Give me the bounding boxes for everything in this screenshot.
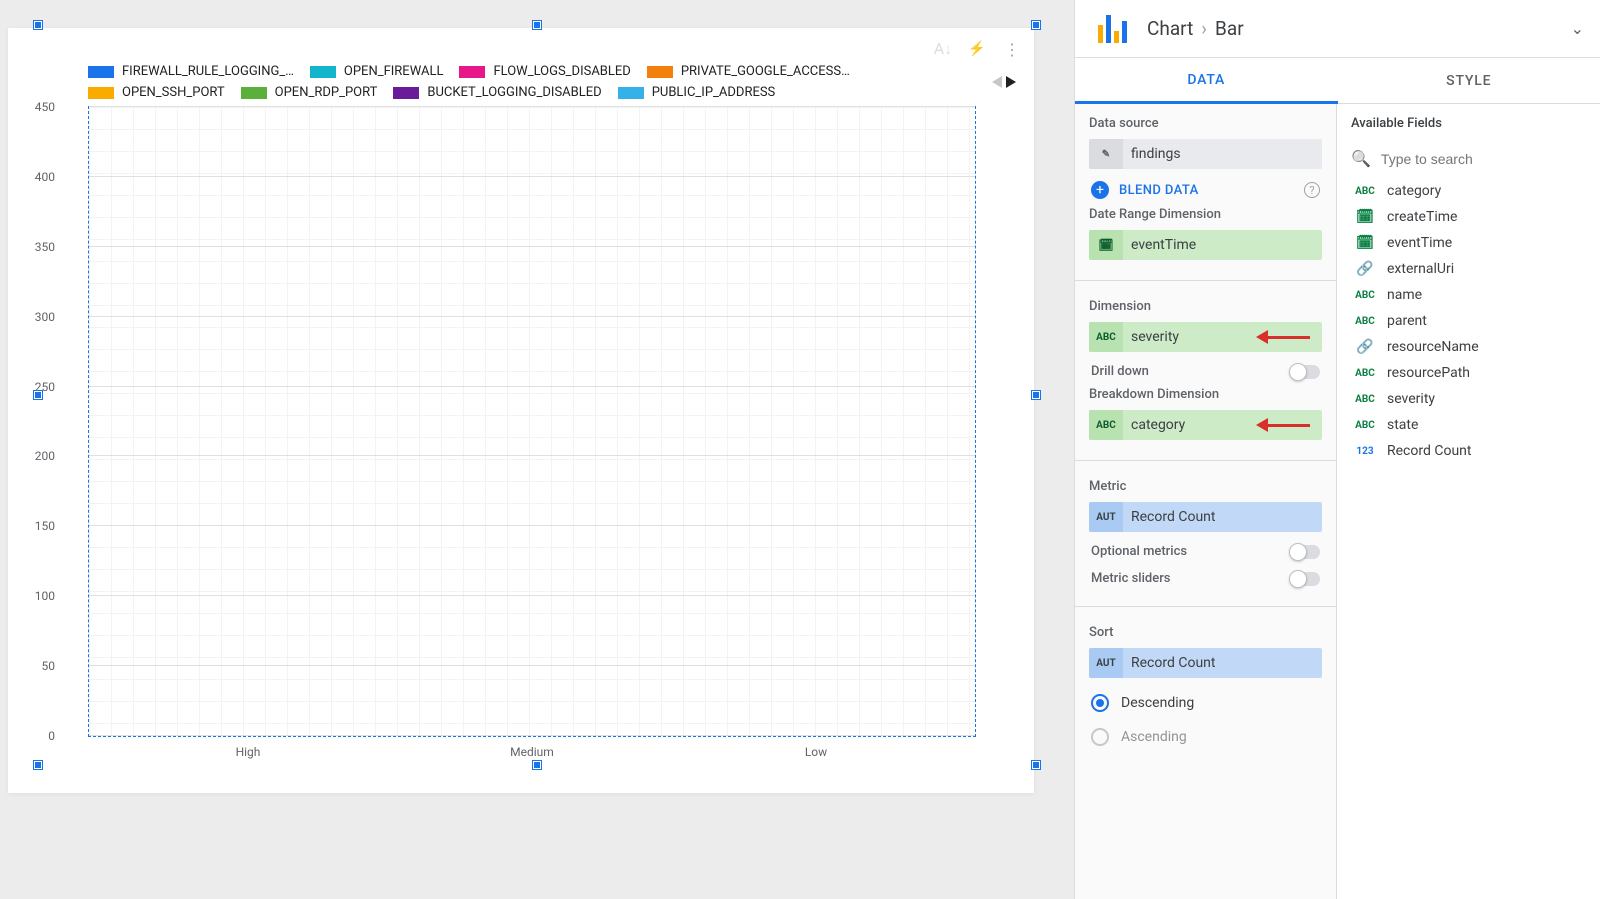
date-range-chip[interactable]: eventTime <box>1089 230 1322 260</box>
legend-item[interactable]: BUCKET_LOGGING_DISABLED <box>393 85 601 100</box>
abc-icon: ABC <box>1089 410 1123 440</box>
legend-item[interactable]: PUBLIC_IP_ADDRESS <box>618 85 776 100</box>
field-row[interactable]: ABCresourcePath <box>1345 360 1592 386</box>
help-icon[interactable]: ? <box>1304 182 1320 198</box>
field-row[interactable]: 🔗externalUri <box>1345 256 1592 282</box>
annotation-arrow <box>1256 418 1310 432</box>
right-panel: Chart › Bar ⌄ DATA STYLE Data source fin… <box>1074 0 1600 899</box>
field-row[interactable]: ABCparent <box>1345 308 1592 334</box>
legend-next-icon[interactable] <box>1006 76 1016 88</box>
date-range-label: Date Range Dimension <box>1089 207 1322 222</box>
field-row[interactable]: ABCseverity <box>1345 386 1592 412</box>
chart-legend: FIREWALL_RULE_LOGGING_… OPEN_FIREWALL FLOW… <box>88 64 944 100</box>
field-row[interactable]: 🗓createTime <box>1345 204 1592 230</box>
optional-metrics-toggle[interactable] <box>1290 545 1320 559</box>
metric-sliders-toggle[interactable] <box>1290 572 1320 586</box>
metric-chip[interactable]: AUT Record Count <box>1089 502 1322 532</box>
chevron-right-icon: › <box>1201 17 1207 40</box>
pencil-icon <box>1089 139 1123 169</box>
sort-label: Sort <box>1089 625 1322 640</box>
legend-item[interactable]: PRIVATE_GOOGLE_ACCESS… <box>647 64 850 79</box>
breadcrumb-leaf: Bar <box>1215 17 1244 40</box>
chart-canvas[interactable]: A↓ ⚡ ⋮ FIREWALL_RULE_LOGGING_… OPEN_FIREW… <box>0 0 1074 899</box>
panel-breadcrumb: Chart › Bar <box>1147 17 1557 40</box>
bolt-icon[interactable]: ⚡ <box>966 38 988 60</box>
chart-card[interactable]: A↓ ⚡ ⋮ FIREWALL_RULE_LOGGING_… OPEN_FIREW… <box>8 28 1034 793</box>
panel-tabs: DATA STYLE <box>1075 58 1600 104</box>
breadcrumb-root: Chart <box>1147 17 1193 40</box>
sort-asc-radio[interactable]: Ascending <box>1089 720 1322 754</box>
chart-type-icon <box>1091 8 1133 50</box>
panel-header[interactable]: Chart › Bar ⌄ <box>1075 0 1600 58</box>
legend-prev-icon[interactable] <box>992 76 1002 88</box>
annotation-arrow <box>1256 330 1310 344</box>
dimension-chip[interactable]: ABC severity <box>1089 322 1322 352</box>
x-axis-labels: High Medium Low <box>88 745 976 763</box>
legend-item[interactable]: OPEN_RDP_PORT <box>241 85 378 100</box>
field-row[interactable]: 🔗resourceName <box>1345 334 1592 360</box>
drill-down-label: Drill down <box>1091 364 1149 379</box>
tab-data[interactable]: DATA <box>1075 58 1338 104</box>
breakdown-label: Breakdown Dimension <box>1089 387 1322 402</box>
field-row[interactable]: ABCstate <box>1345 412 1592 438</box>
fields-column: Available Fields ABCcategory🗓createTime🗓… <box>1337 104 1600 899</box>
plus-icon: + <box>1091 181 1109 199</box>
field-row[interactable]: 🗓eventTime <box>1345 230 1592 256</box>
metric-label: Metric <box>1089 479 1322 494</box>
data-source-label: Data source <box>1089 116 1322 131</box>
legend-item[interactable]: FLOW_LOGS_DISABLED <box>459 64 630 79</box>
drill-down-toggle[interactable] <box>1290 365 1320 379</box>
plot-area: 050100150200250300350400450 <box>88 106 976 737</box>
fields-search-input[interactable] <box>1379 150 1586 168</box>
optional-metrics-label: Optional metrics <box>1091 544 1187 559</box>
config-column: Data source findings + BLEND DATA ? Date… <box>1075 104 1337 899</box>
bar-stacks <box>89 107 975 736</box>
search-icon <box>1351 149 1371 168</box>
calendar-icon <box>1089 230 1123 260</box>
x-tick-label: Low <box>696 745 936 763</box>
more-menu-icon[interactable]: ⋮ <box>1000 38 1022 60</box>
breakdown-chip[interactable]: ABC category <box>1089 410 1322 440</box>
sort-chip[interactable]: AUT Record Count <box>1089 648 1322 678</box>
fields-search[interactable] <box>1337 139 1600 178</box>
panel-collapse-icon[interactable]: ⌄ <box>1571 19 1584 38</box>
field-row[interactable]: 123Record Count <box>1345 438 1592 464</box>
field-row[interactable]: ABCcategory <box>1345 178 1592 204</box>
legend-item[interactable]: OPEN_SSH_PORT <box>88 85 225 100</box>
x-tick-label: High <box>128 745 368 763</box>
fields-list: ABCcategory🗓createTime🗓eventTime🔗externa… <box>1337 178 1600 464</box>
field-row[interactable]: ABCname <box>1345 282 1592 308</box>
available-fields-header: Available Fields <box>1351 116 1586 131</box>
metric-sliders-label: Metric sliders <box>1091 571 1170 586</box>
tab-style[interactable]: STYLE <box>1338 58 1600 103</box>
legend-item[interactable]: OPEN_FIREWALL <box>310 64 444 79</box>
legend-pager[interactable] <box>992 76 1016 88</box>
blend-data-button[interactable]: + BLEND DATA ? <box>1089 177 1322 207</box>
dimension-label: Dimension <box>1089 299 1322 314</box>
sort-desc-radio[interactable]: Descending <box>1089 686 1322 720</box>
data-source-chip[interactable]: findings <box>1089 139 1322 169</box>
legend-item[interactable]: FIREWALL_RULE_LOGGING_… <box>88 64 294 79</box>
aut-icon: AUT <box>1089 648 1123 678</box>
x-tick-label: Medium <box>412 745 652 763</box>
aut-icon: AUT <box>1089 502 1123 532</box>
data-source-value: findings <box>1123 146 1322 162</box>
abc-icon: ABC <box>1089 322 1123 352</box>
sort-az-icon[interactable]: A↓ <box>932 38 954 60</box>
